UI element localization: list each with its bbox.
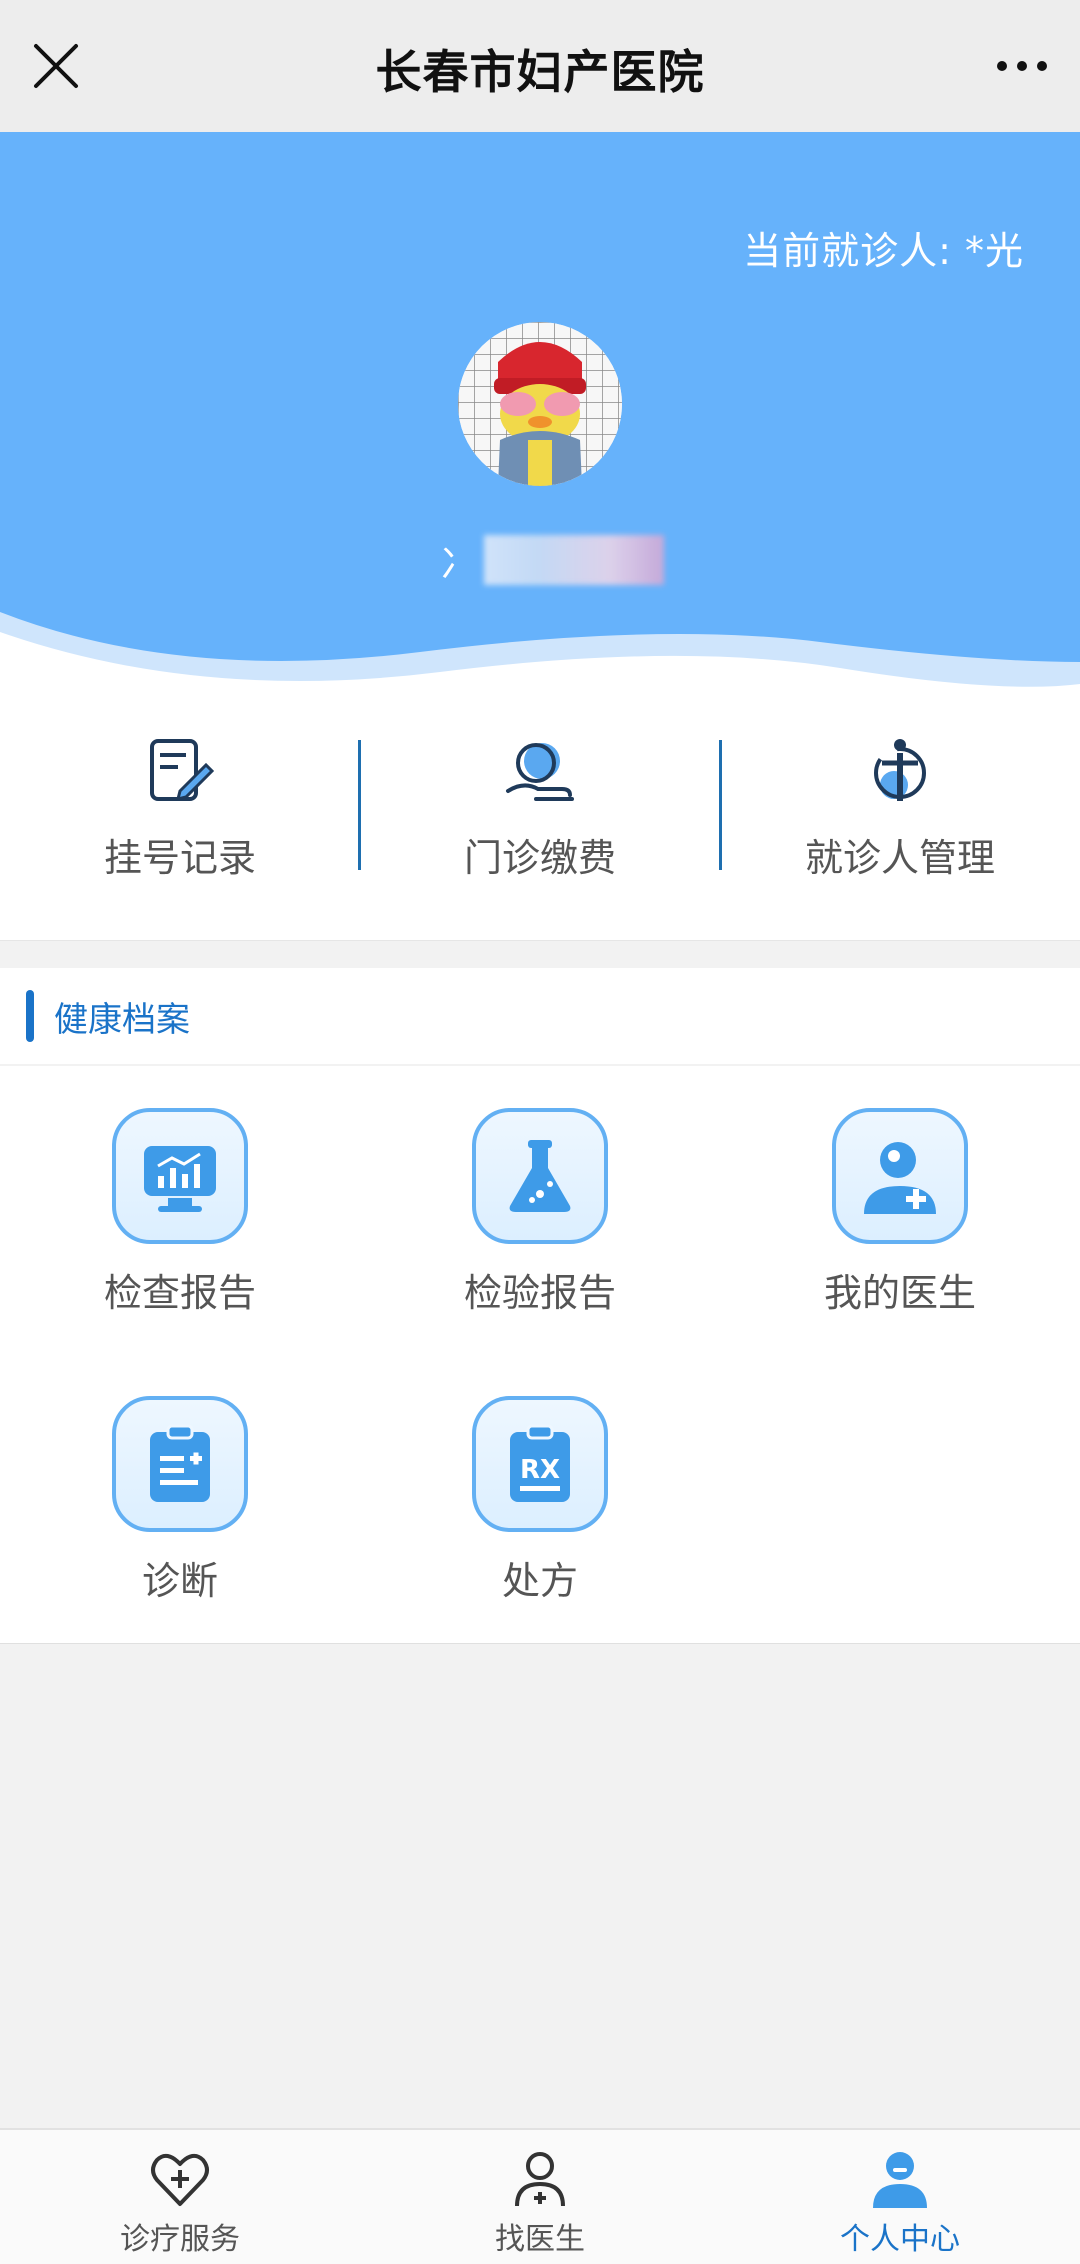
heart-plus-icon xyxy=(151,2153,209,2206)
patient-management-icon xyxy=(874,739,926,801)
outpatient-payment-icon xyxy=(506,743,574,801)
quick-action-label: 就诊人管理 xyxy=(804,836,995,880)
record-item-label: 处方 xyxy=(501,1559,578,1603)
prescription-icon: RX xyxy=(510,1424,570,1502)
quick-action-register-record[interactable]: 挂号记录 xyxy=(0,735,360,895)
lab-report-icon xyxy=(509,1140,571,1212)
quick-action-patient-management[interactable]: 就诊人管理 xyxy=(720,735,1080,895)
quick-action-outpatient-payment[interactable]: 门诊缴费 xyxy=(360,735,720,895)
profile-banner: 当前就诊人: *光 冫 xyxy=(0,132,1080,712)
health-records-section: 健康档案 检查报告 检验报告 我的医生 诊断 RX 处方 xyxy=(0,968,1080,1644)
tab-label: 个人中心 xyxy=(840,2222,960,2257)
tab-label: 诊疗服务 xyxy=(120,2222,240,2257)
divider xyxy=(0,1064,1080,1066)
record-item-lab-report[interactable]: 检验报告 xyxy=(390,1108,690,1317)
register-record-icon xyxy=(150,739,215,802)
quick-action-label: 挂号记录 xyxy=(103,836,256,880)
top-bar: 长春市妇产医院 xyxy=(0,0,1080,132)
record-item-diagnosis[interactable]: 诊断 xyxy=(30,1396,330,1605)
record-item-label: 诊断 xyxy=(141,1559,218,1603)
section-accent-bar xyxy=(26,990,34,1042)
diagnosis-icon xyxy=(150,1424,210,1502)
page-title: 长春市妇产医院 xyxy=(375,45,705,99)
record-item-exam-report[interactable]: 检查报告 xyxy=(30,1108,330,1317)
exam-report-icon xyxy=(144,1146,216,1212)
quick-actions: 挂号记录 门诊缴费 就诊人管理 xyxy=(0,690,1080,941)
avatar[interactable] xyxy=(458,322,622,486)
divider xyxy=(719,740,722,870)
record-item-label: 检查报告 xyxy=(103,1271,256,1315)
tab-medical-services[interactable]: 诊疗服务 xyxy=(0,2130,360,2264)
section-title: 健康档案 xyxy=(54,1000,190,1040)
more-options-icon[interactable] xyxy=(994,56,1050,76)
tile xyxy=(472,1108,608,1244)
current-patient-label[interactable]: 当前就诊人: *光 xyxy=(743,220,1024,275)
svg-text:RX: RX xyxy=(520,1455,560,1485)
my-doctor-icon xyxy=(864,1142,936,1214)
tile xyxy=(112,1108,248,1244)
record-item-label: 我的医生 xyxy=(823,1271,976,1315)
find-doctor-icon xyxy=(515,2152,565,2207)
tile xyxy=(112,1396,248,1532)
record-item-my-doctor[interactable]: 我的医生 xyxy=(750,1108,1050,1317)
tab-find-doctor[interactable]: 找医生 xyxy=(360,2130,720,2264)
tab-label: 找医生 xyxy=(495,2222,585,2257)
bottom-tab-bar: 诊疗服务 找医生 个人中心 xyxy=(0,2128,1080,2264)
avatar-image xyxy=(458,322,622,486)
quick-action-label: 门诊缴费 xyxy=(463,836,616,880)
record-item-label: 检验报告 xyxy=(463,1271,616,1315)
divider xyxy=(358,740,361,870)
profile-icon xyxy=(873,2152,927,2208)
tile: RX xyxy=(472,1396,608,1532)
section-header: 健康档案 xyxy=(0,968,1080,1064)
tile xyxy=(832,1108,968,1244)
tab-personal-center[interactable]: 个人中心 xyxy=(720,2130,1080,2264)
record-item-prescription[interactable]: RX 处方 xyxy=(390,1396,690,1605)
